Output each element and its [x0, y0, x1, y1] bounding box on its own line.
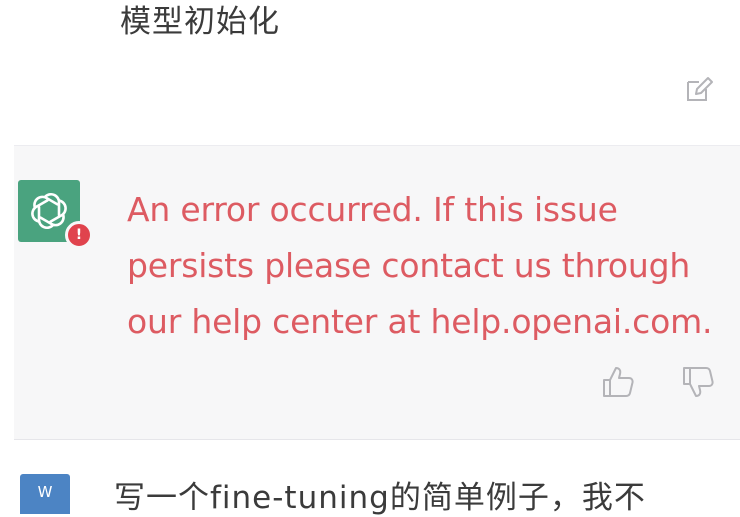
thumbs-up-icon[interactable]: [600, 364, 636, 400]
openai-logo-icon: [31, 192, 67, 230]
thumbs-down-icon[interactable]: [680, 364, 716, 400]
user-message-row: 模型初始化: [0, 0, 740, 145]
error-badge-icon: !: [65, 221, 93, 249]
user-avatar: W: [20, 474, 70, 514]
user-message-text: 模型初始化: [120, 4, 280, 40]
edit-icon[interactable]: [682, 74, 714, 106]
user-message-text-bottom: 写一个fine-tuning的简单例子，我不: [114, 480, 646, 516]
error-message: An error occurred. If this issue persist…: [127, 190, 713, 341]
assistant-message-row: ! An error occurred. If this issue persi…: [14, 145, 740, 440]
user-message-row-bottom: W 写一个fine-tuning的简单例子，我不: [0, 440, 740, 516]
